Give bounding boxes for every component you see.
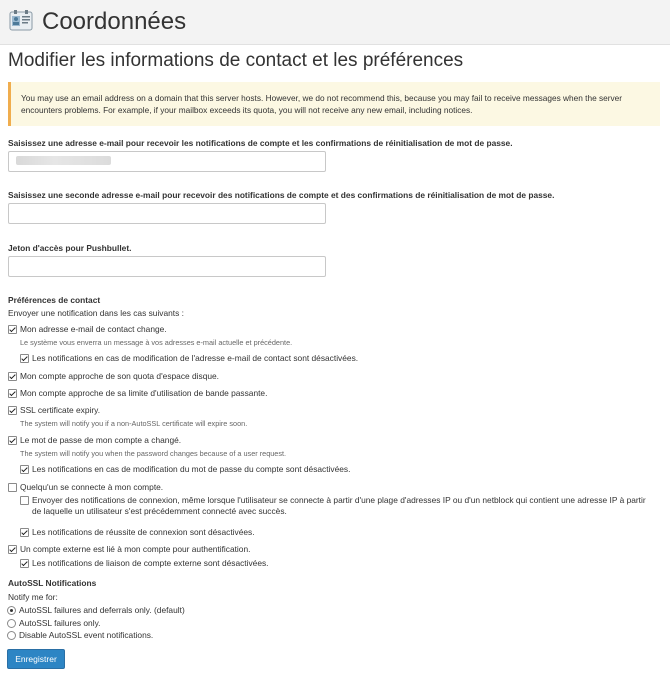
checkbox-login-success-disabled[interactable] <box>20 528 29 537</box>
contact-prefs-title: Préférences de contact <box>8 295 101 305</box>
label-disk-quota: Mon compte approche de son quota d'espac… <box>20 371 220 381</box>
autossl-title: AutoSSL Notifications <box>8 578 97 588</box>
radio-autossl-failures-deferrals[interactable] <box>7 606 16 615</box>
save-button[interactable]: Enregistrer <box>7 649 65 669</box>
label-external-account: Un compte externe est lié à mon compte p… <box>20 544 251 554</box>
label-login-success-disabled: Les notifications de réussite de connexi… <box>32 527 255 537</box>
email2-label: Saisissez une seconde adresse e-mail pou… <box>8 190 555 200</box>
label-login-netblock: Envoyer des notifications de connexion, … <box>32 495 646 516</box>
label-password-disabled: Les notifications en cas de modification… <box>32 464 351 474</box>
help-password-change: The system will notify you when the pass… <box>20 449 287 458</box>
checkbox-login[interactable] <box>8 483 17 492</box>
checkbox-contact-email-change[interactable] <box>8 325 17 334</box>
checkbox-bandwidth[interactable] <box>8 389 17 398</box>
label-ssl-expiry: SSL certificate expiry. <box>20 405 101 415</box>
checkbox-external-account[interactable] <box>8 545 17 554</box>
label-password-change: Le mot de passe de mon compte a changé. <box>20 435 182 445</box>
warning-alert: You may use an email address on a domain… <box>8 82 660 126</box>
page-title: Modifier les informations de contact et … <box>8 50 464 71</box>
label-autossl-failures-only: AutoSSL failures only. <box>19 618 101 628</box>
pushbullet-input[interactable] <box>8 256 326 277</box>
label-autossl-failures-deferrals: AutoSSL failures and deferrals only. (de… <box>19 605 185 615</box>
checkbox-external-disabled[interactable] <box>20 559 29 568</box>
redacted-email-value <box>16 156 111 165</box>
help-ssl-expiry: The system will notify you if a non-Auto… <box>20 419 248 428</box>
contact-prefs-intro: Envoyer une notification dans les cas su… <box>8 308 184 318</box>
label-autossl-disable: Disable AutoSSL event notifications. <box>19 630 154 640</box>
checkbox-contact-email-disabled[interactable] <box>20 354 29 363</box>
radio-autossl-failures-only[interactable] <box>7 619 16 628</box>
email1-label: Saisissez une adresse e-mail pour recevo… <box>8 138 513 148</box>
help-contact-email-change: Le système vous enverra un message à vos… <box>20 338 293 347</box>
checkbox-password-change[interactable] <box>8 436 17 445</box>
label-bandwidth: Mon compte approche de sa limite d'utili… <box>20 388 268 398</box>
radio-autossl-disable[interactable] <box>7 631 16 640</box>
email2-input[interactable] <box>8 203 326 224</box>
contact-card-icon <box>9 10 33 31</box>
label-contact-email-change: Mon adresse e-mail de contact change. <box>20 324 167 334</box>
label-external-disabled: Les notifications de liaison de compte e… <box>32 558 269 568</box>
pushbullet-label: Jeton d'accès pour Pushbullet. <box>8 243 132 253</box>
app-title: Coordonnées <box>42 8 187 35</box>
checkbox-ssl-expiry[interactable] <box>8 406 17 415</box>
header-bar: Coordonnées <box>0 0 670 45</box>
checkbox-password-disabled[interactable] <box>20 465 29 474</box>
label-contact-email-disabled: Les notifications en cas de modification… <box>32 353 359 363</box>
autossl-intro: Notify me for: <box>8 592 58 602</box>
label-login: Quelqu'un se connecte à mon compte. <box>20 482 164 492</box>
checkbox-login-netblock[interactable] <box>20 496 29 505</box>
checkbox-disk-quota[interactable] <box>8 372 17 381</box>
